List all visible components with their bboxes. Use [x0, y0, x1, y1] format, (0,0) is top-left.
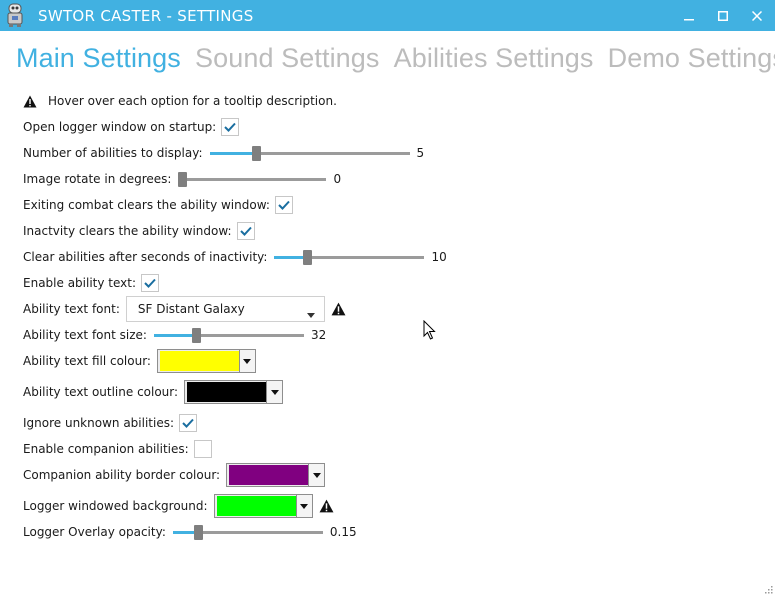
resize-grip-icon[interactable] [763, 579, 773, 598]
chevron-down-icon [306, 307, 315, 321]
logger-background-swatch [216, 496, 296, 516]
chevron-down-icon [308, 464, 325, 486]
logger-background-label: Logger windowed background: [23, 499, 208, 513]
open-logger-row: Open logger window on startup: [23, 116, 240, 138]
checkmark-icon [278, 200, 290, 210]
logger-background-row: Logger windowed background: [23, 493, 334, 519]
enable-ability-text-checkbox[interactable] [141, 274, 160, 292]
companion-border-row: Companion ability border colour: [23, 462, 326, 488]
open-logger-label: Open logger window on startup: [23, 120, 217, 134]
font-size-label: Ability text font size: [23, 328, 147, 342]
inactivity-clears-checkbox[interactable] [236, 222, 255, 240]
hint-row: Hover over each option for a tooltip des… [23, 90, 337, 112]
minimize-icon [684, 18, 694, 20]
inactivity-clears-row: Inactvity clears the ability window: [23, 220, 255, 242]
maximize-icon [718, 10, 728, 21]
settings-tabs: Main Settings Sound Settings Abilities S… [16, 43, 775, 83]
checkmark-icon [239, 226, 252, 236]
minimize-button[interactable] [672, 0, 706, 31]
fill-colour-picker[interactable] [156, 349, 256, 373]
slider-thumb[interactable] [178, 172, 188, 187]
ignore-unknown-row: Ignore unknown abilities: [23, 412, 198, 434]
ability-text-font-row: Ability text font: SF Distant Galaxy [23, 296, 346, 322]
slider-thumb[interactable] [194, 525, 204, 540]
ignore-unknown-label: Ignore unknown abilities: [23, 416, 175, 430]
tab-demo-settings[interactable]: Demo Settings [608, 43, 775, 74]
fill-colour-row: Ability text fill colour: [23, 348, 256, 374]
font-select-value: SF Distant Galaxy [137, 302, 245, 316]
num-abilities-row: Number of abilities to display: 5 [23, 142, 424, 164]
tab-main-settings[interactable]: Main Settings [16, 43, 181, 74]
companion-border-picker[interactable] [226, 463, 326, 487]
enable-ability-text-row: Enable ability text: [23, 272, 160, 294]
overlay-opacity-value: 0.15 [329, 525, 357, 539]
ability-text-font-label: Ability text font: [23, 302, 120, 316]
num-abilities-value: 5 [416, 146, 425, 160]
slider-thumb[interactable] [192, 328, 202, 343]
companion-border-label: Companion ability border colour: [23, 468, 221, 482]
hint-text: Hover over each option for a tooltip des… [48, 94, 337, 108]
title-bar: SWTOR CASTER - SETTINGS [0, 0, 775, 31]
close-button[interactable] [740, 0, 774, 31]
enable-companion-row: Enable companion abilities: [23, 438, 212, 460]
checkmark-icon [144, 278, 156, 288]
image-rotate-label: Image rotate in degrees: [23, 172, 172, 186]
window-title: SWTOR CASTER - SETTINGS [38, 7, 254, 25]
outline-colour-swatch [187, 382, 267, 402]
image-rotate-value: 0 [333, 172, 342, 186]
image-rotate-slider[interactable] [178, 172, 327, 187]
exit-combat-row: Exiting combat clears the ability window… [23, 194, 293, 216]
overlay-opacity-row: Logger Overlay opacity: 0.15 [23, 521, 357, 543]
clear-seconds-slider[interactable] [274, 250, 425, 265]
checkmark-icon [182, 418, 194, 428]
mouse-cursor-icon [423, 319, 437, 344]
tab-abilities-settings[interactable]: Abilities Settings [394, 43, 594, 74]
num-abilities-slider[interactable] [209, 146, 410, 161]
image-rotate-row: Image rotate in degrees: 0 [23, 168, 341, 190]
chevron-down-icon [266, 381, 283, 403]
tab-sound-settings[interactable]: Sound Settings [195, 43, 380, 74]
fill-colour-label: Ability text fill colour: [23, 354, 151, 368]
fill-colour-swatch [159, 351, 239, 371]
close-icon [752, 10, 762, 21]
overlay-opacity-slider[interactable] [172, 525, 323, 540]
slider-thumb[interactable] [302, 250, 312, 265]
enable-companion-checkbox[interactable] [193, 440, 212, 458]
clear-seconds-label: Clear abilities after seconds of inactiv… [23, 250, 268, 264]
maximize-button[interactable] [706, 0, 740, 31]
chevron-down-icon [295, 495, 312, 517]
checkmark-icon [224, 122, 236, 132]
slider-thumb[interactable] [251, 146, 261, 161]
enable-ability-text-label: Enable ability text: [23, 276, 137, 290]
warning-icon [23, 95, 37, 108]
clear-seconds-row: Clear abilities after seconds of inactiv… [23, 246, 447, 268]
logger-background-picker[interactable] [213, 494, 313, 518]
chevron-down-icon [238, 350, 255, 372]
clear-seconds-value: 10 [431, 250, 447, 264]
companion-border-swatch [229, 465, 309, 485]
enable-companion-label: Enable companion abilities: [23, 442, 189, 456]
outline-colour-picker[interactable] [184, 380, 284, 404]
outline-colour-row: Ability text outline colour: [23, 379, 284, 405]
font-select[interactable]: SF Distant Galaxy [125, 296, 325, 322]
warning-icon [331, 302, 346, 316]
exit-combat-label: Exiting combat clears the ability window… [23, 198, 270, 212]
font-size-slider[interactable] [153, 328, 304, 343]
warning-icon [319, 499, 334, 513]
num-abilities-label: Number of abilities to display: [23, 146, 203, 160]
inactivity-clears-label: Inactvity clears the ability window: [23, 224, 232, 238]
robot-icon [5, 3, 25, 27]
exit-combat-checkbox[interactable] [274, 196, 293, 214]
overlay-opacity-label: Logger Overlay opacity: [23, 525, 166, 539]
outline-colour-label: Ability text outline colour: [23, 385, 179, 399]
open-logger-checkbox[interactable] [221, 118, 240, 136]
font-size-value: 32 [310, 328, 327, 342]
ignore-unknown-checkbox[interactable] [179, 414, 198, 432]
font-size-row: Ability text font size: 32 [23, 324, 326, 346]
